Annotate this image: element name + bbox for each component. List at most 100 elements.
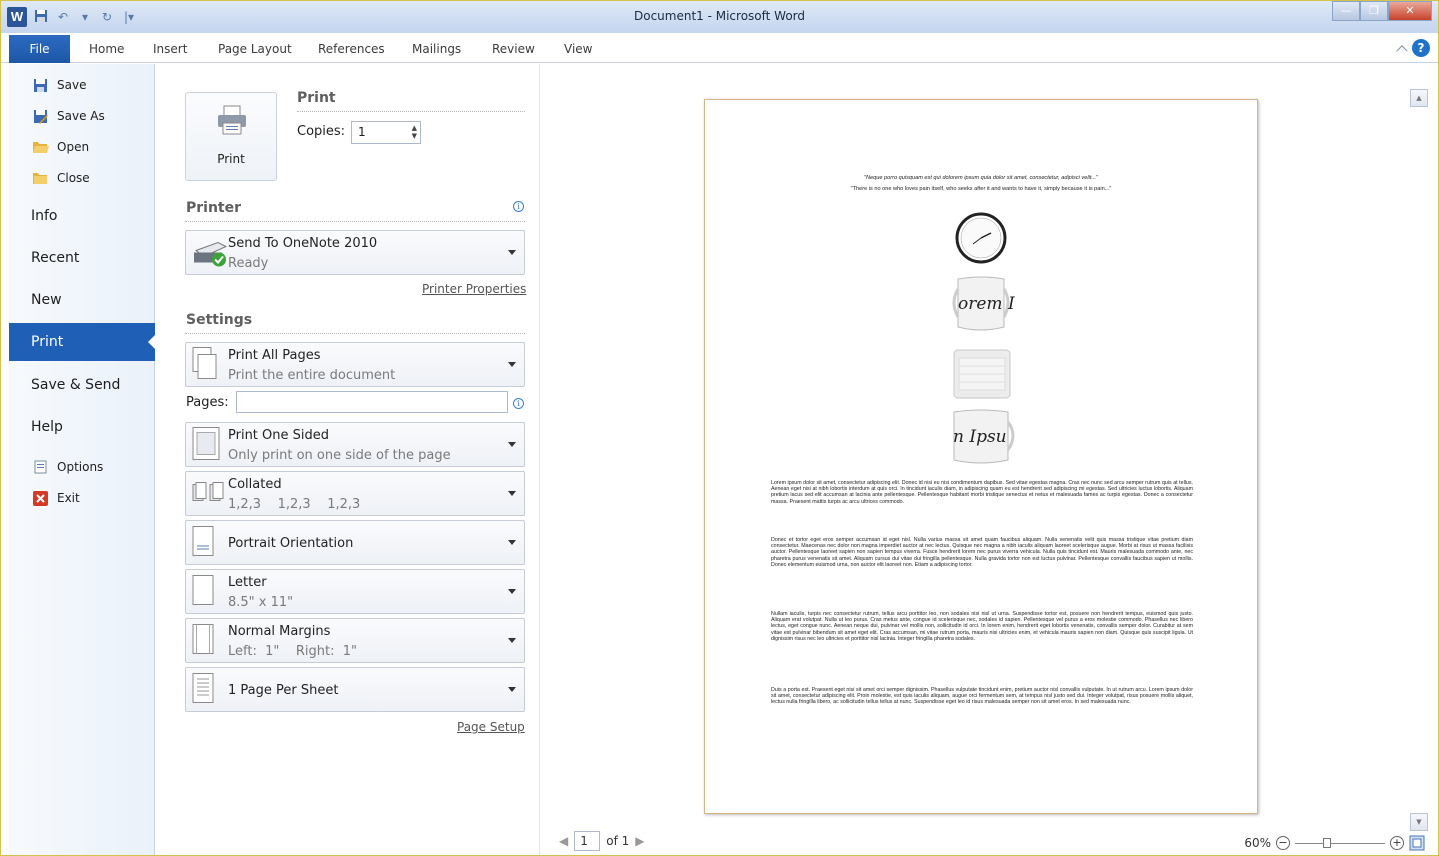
zoom-out-icon[interactable]: − <box>1276 836 1290 850</box>
pages-per-sheet-title: 1 Page Per Sheet <box>228 683 339 698</box>
mug-image: orem I <box>948 275 1015 335</box>
margins-icon <box>192 623 216 658</box>
mug-image: n Ipsu <box>948 408 1018 468</box>
window-title: Document1 - Microsoft Word <box>633 9 806 23</box>
tab-references[interactable]: References <box>318 42 385 56</box>
save-icon <box>31 77 49 93</box>
clock-image <box>955 212 1007 264</box>
nav-new[interactable]: New <box>9 281 155 319</box>
paper-size-subtitle: 8.5" x 11" <box>228 595 294 610</box>
scroll-down-icon[interactable]: ▼ <box>1410 813 1428 831</box>
tab-page-layout[interactable]: Page Layout <box>218 42 292 56</box>
nav-save-as[interactable]: Save As <box>9 104 155 128</box>
paper-size-title: Letter <box>228 575 267 590</box>
printer-name: Send To OneNote 2010 <box>228 236 378 251</box>
margins-subtitle: Left: 1" Right: 1" <box>228 644 358 659</box>
tab-insert[interactable]: Insert <box>153 42 187 56</box>
previous-page-icon[interactable]: ◀ <box>559 834 568 848</box>
nav-recent[interactable]: Recent <box>9 239 155 277</box>
margins-dropdown[interactable]: Normal Margins Left: 1" Right: 1" <box>185 618 525 663</box>
nav-info[interactable]: Info <box>9 197 155 235</box>
zoom-slider-thumb[interactable] <box>1323 837 1331 848</box>
nav-save-send[interactable]: Save & Send <box>9 366 155 404</box>
printer-dropdown[interactable]: Send To OneNote 2010 Ready <box>185 230 525 275</box>
nav-exit[interactable]: Exit <box>9 486 155 510</box>
collation-title: Collated <box>228 477 282 492</box>
zoom-to-page-icon[interactable] <box>1409 835 1425 851</box>
preview-paragraph: Donec et tortor eget eros semper accumsa… <box>771 537 1193 568</box>
backstage-nav: Save Save As Open Close Info Recent New … <box>9 64 156 855</box>
options-icon <box>31 459 49 475</box>
settings-heading: Settings <box>186 312 253 328</box>
sides-title: Print One Sided <box>228 428 330 443</box>
close-folder-icon <box>31 170 49 186</box>
tab-home[interactable]: Home <box>89 42 124 56</box>
nav-save[interactable]: Save <box>9 73 155 97</box>
open-folder-icon <box>31 139 49 155</box>
minimize-ribbon-icon[interactable] <box>1396 45 1408 57</box>
tab-review[interactable]: Review <box>492 42 535 56</box>
print-range-subtitle: Print the entire document <box>228 368 396 383</box>
preview-paragraph: Duis a porta est. Praesent eget nisi sit… <box>771 687 1193 706</box>
preview-paragraph: Lorem ipsum dolor sit amet, consectetur … <box>771 480 1193 505</box>
pages-icon <box>192 346 218 383</box>
minimize-button[interactable]: — <box>1332 1 1360 21</box>
divider <box>185 333 525 334</box>
chevron-down-icon <box>508 539 516 545</box>
stepper-arrows-icon[interactable]: ▲ ▼ <box>412 124 417 140</box>
print-preview: "Neque porro quisquam est qui dolorem ip… <box>541 64 1438 855</box>
preview-scrollbar[interactable]: ▲ ▼ <box>1410 89 1428 831</box>
collation-dropdown[interactable]: Collated 1,2,3 1,2,3 1,2,3 <box>185 471 525 516</box>
zoom-level[interactable]: 60% <box>1244 836 1271 850</box>
info-icon[interactable]: i <box>513 201 524 212</box>
copies-label: Copies: <box>297 124 346 139</box>
help-area: ? <box>1396 39 1430 57</box>
print-button[interactable]: Print <box>185 92 277 181</box>
scroll-up-icon[interactable]: ▲ <box>1410 89 1428 107</box>
tab-file[interactable]: File <box>9 35 70 63</box>
divider <box>297 111 525 112</box>
orientation-title: Portrait Orientation <box>228 536 354 551</box>
printer-properties-link[interactable]: Printer Properties <box>422 282 526 296</box>
chevron-down-icon <box>508 490 516 496</box>
tab-view[interactable]: View <box>564 42 592 56</box>
zoom-in-icon[interactable]: + <box>1390 836 1404 850</box>
portrait-icon <box>192 525 216 560</box>
one-sided-icon <box>192 426 220 463</box>
print-button-label: Print <box>217 152 245 166</box>
copies-value: 1 <box>358 125 366 139</box>
next-page-icon[interactable]: ▶ <box>635 834 644 848</box>
orientation-dropdown[interactable]: Portrait Orientation <box>185 520 525 565</box>
close-button[interactable]: ✕ <box>1388 1 1432 21</box>
sides-dropdown[interactable]: Print One Sided Only print on one side o… <box>185 422 525 467</box>
nav-open[interactable]: Open <box>9 135 155 159</box>
tab-mailings[interactable]: Mailings <box>412 42 461 56</box>
nav-save-label: Save <box>57 78 87 92</box>
nav-exit-label: Exit <box>57 491 80 505</box>
nav-help[interactable]: Help <box>9 408 155 446</box>
preview-quote-translation: "There is no one who loves pain itself, … <box>850 186 1112 192</box>
chevron-down-icon <box>508 637 516 643</box>
current-page-input[interactable]: 1 <box>574 831 601 851</box>
nav-close[interactable]: Close <box>9 166 155 190</box>
pages-per-sheet-dropdown[interactable]: 1 Page Per Sheet <box>185 667 525 712</box>
restore-button[interactable]: ❐ <box>1360 1 1388 21</box>
scrollbar-track[interactable] <box>1410 107 1428 813</box>
print-range-dropdown[interactable]: Print All Pages Print the entire documen… <box>185 342 525 387</box>
help-icon[interactable]: ? <box>1412 39 1430 57</box>
printer-ready-icon <box>192 236 230 269</box>
print-heading: Print <box>297 90 336 106</box>
zoom-slider[interactable] <box>1295 837 1385 848</box>
nav-options[interactable]: Options <box>9 455 155 479</box>
pages-input[interactable] <box>236 391 508 413</box>
page-setup-link[interactable]: Page Setup <box>457 720 525 734</box>
chevron-down-icon <box>508 361 516 367</box>
nav-save-as-label: Save As <box>57 109 105 123</box>
info-icon[interactable]: i <box>513 398 524 409</box>
copies-stepper[interactable]: 1 ▲ ▼ <box>351 121 421 144</box>
nav-print[interactable]: Print <box>9 323 156 361</box>
mug-text: n Ipsu <box>953 427 1007 447</box>
paper-size-dropdown[interactable]: Letter 8.5" x 11" <box>185 569 525 614</box>
print-settings-panel: Print Print Copies: 1 ▲ ▼ Printer i Send … <box>156 64 540 855</box>
printer-heading: Printer <box>186 200 242 216</box>
